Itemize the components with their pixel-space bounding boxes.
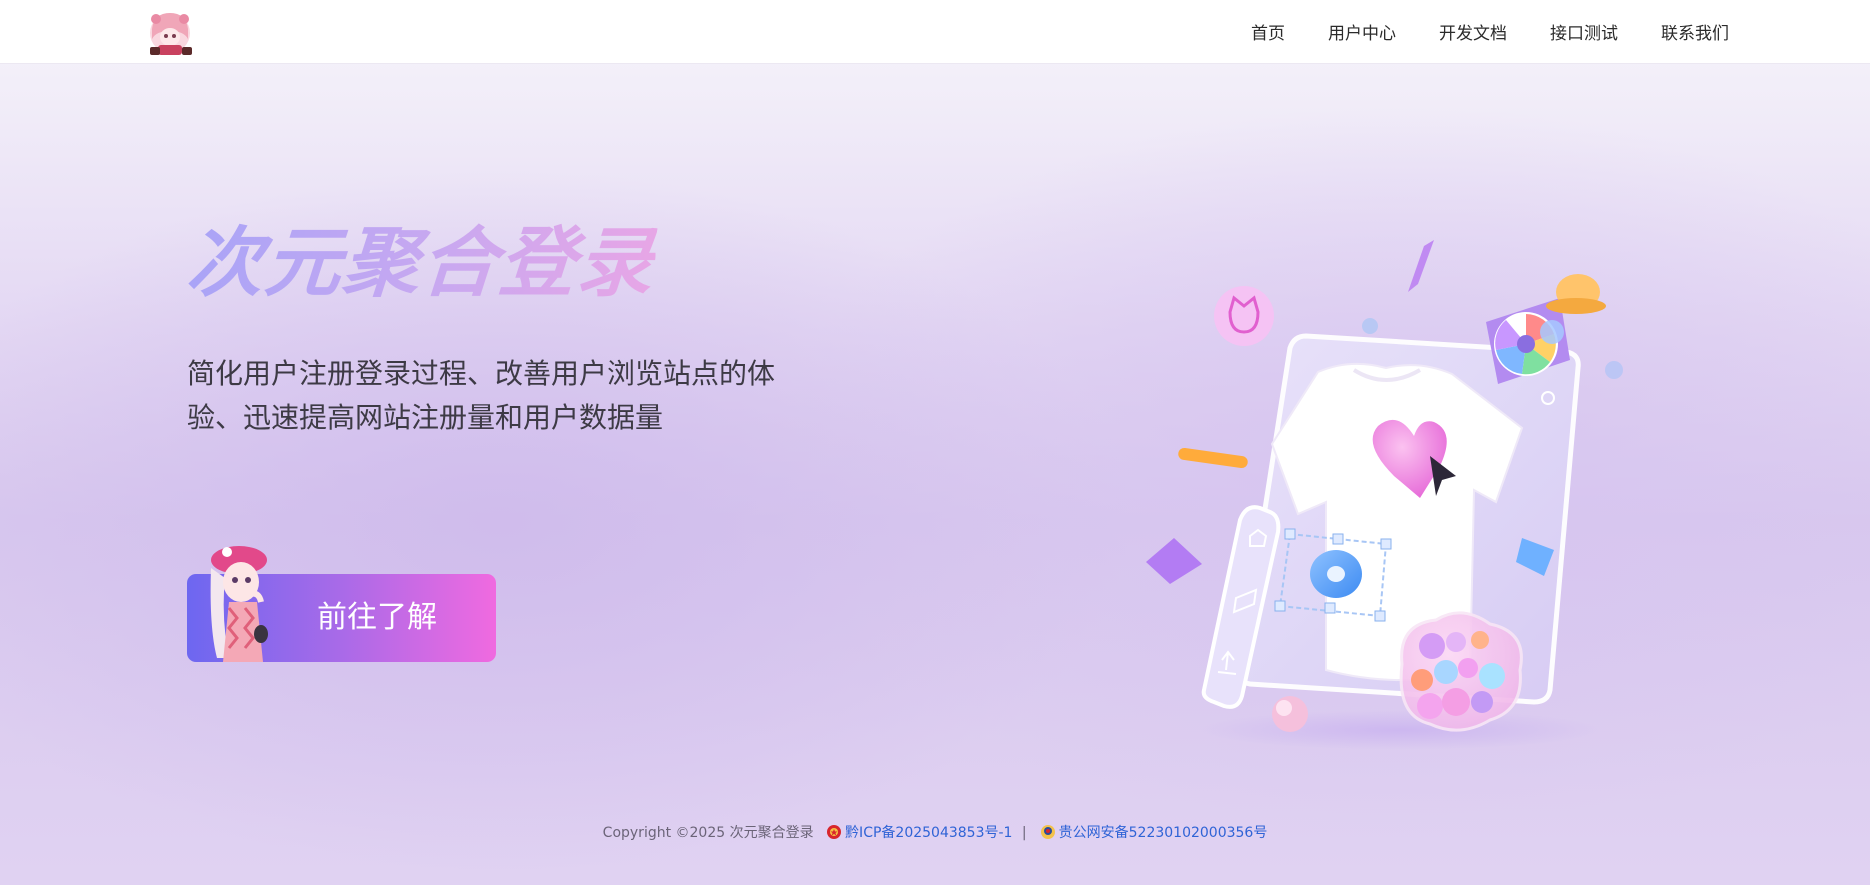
- anime-girl-mascot-icon: [210, 546, 268, 662]
- anime-girl-logo-icon[interactable]: [144, 9, 196, 57]
- nav-item-contact[interactable]: 联系我们: [1661, 19, 1729, 44]
- main-nav: 首页 用户中心 开发文档 接口测试 联系我们: [1208, 0, 1729, 63]
- icp-record-link[interactable]: 黔ICP备2025043853号-1: [845, 825, 1012, 841]
- nav-item-user-center[interactable]: 用户中心: [1328, 19, 1396, 44]
- copyright-text: Copyright ©2025 次元聚合登录: [602, 825, 814, 841]
- police-record-link[interactable]: 贵公网安备52230102000356号: [1059, 825, 1268, 841]
- hero-title: 次元聚合登录: [183, 218, 659, 307]
- learn-more-label: 前往了解: [317, 600, 437, 635]
- nav-item-dev-docs[interactable]: 开发文档: [1439, 19, 1507, 44]
- footer-separator: |: [1021, 825, 1027, 841]
- learn-more-button[interactable]: 前往了解: [187, 546, 496, 662]
- nav-item-home[interactable]: 首页: [1251, 19, 1285, 44]
- tshirt-design-illustration-icon: [1146, 240, 1623, 750]
- national-emblem-icon: [827, 825, 842, 839]
- hero-description: 简化用户注册登录过程、改善用户浏览站点的体验、迅速提高网站注册量和用户数据量: [187, 357, 776, 434]
- police-badge-icon: [1040, 825, 1055, 839]
- nav-item-api-test[interactable]: 接口测试: [1550, 19, 1618, 44]
- site-footer: Copyright ©2025 次元聚合登录 黔ICP备2025043853号-…: [0, 822, 1870, 842]
- top-navbar: 首页 用户中心 开发文档 接口测试 联系我们: [0, 0, 1870, 64]
